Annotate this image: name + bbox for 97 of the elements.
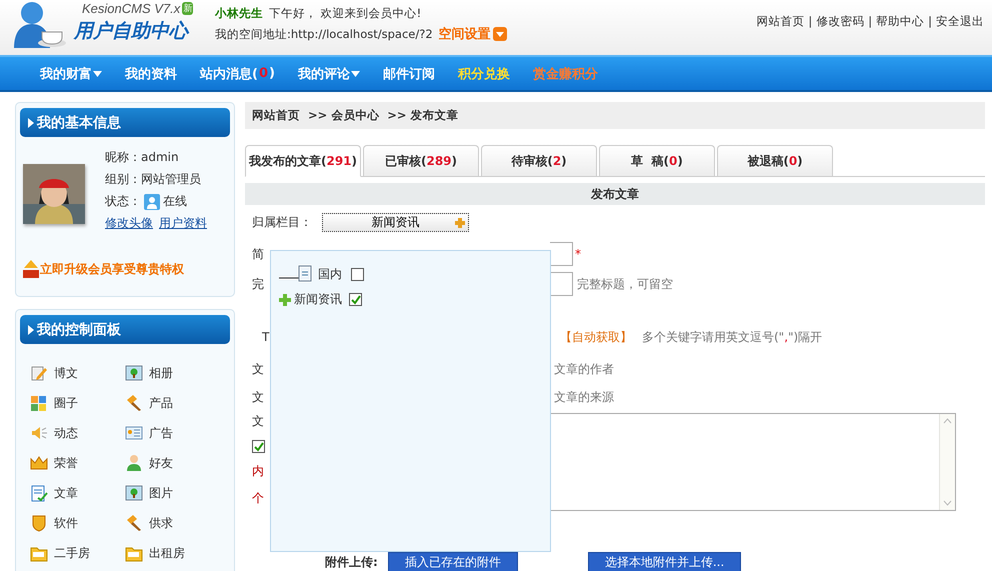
panel-link[interactable]: 二手房 — [54, 544, 90, 562]
status-text: 在线 — [163, 193, 187, 210]
speaker-icon — [30, 424, 48, 442]
nav-item[interactable]: 邮件订阅 — [382, 64, 435, 82]
panel-link[interactable]: 好友 — [149, 454, 173, 472]
checkbox[interactable] — [351, 268, 364, 280]
panel-link[interactable]: 荣誉 — [54, 454, 78, 472]
caret-icon — [350, 70, 360, 76]
tree-item[interactable]: 国内 — [318, 266, 342, 282]
breadcrumb-link[interactable]: 网站首页 — [252, 108, 300, 123]
space-address: 我的空间地址:http://localhost/space/?2 — [215, 26, 433, 42]
tab[interactable]: 已审核(289) — [363, 145, 479, 176]
checkbox[interactable] — [252, 440, 265, 453]
plus-icon — [279, 294, 291, 306]
panel-link[interactable]: 产品 — [149, 394, 173, 412]
document-icon — [30, 484, 48, 502]
top-link[interactable]: 修改密码 — [816, 14, 864, 29]
nav-item[interactable]: 站内消息(0) — [200, 64, 275, 82]
field-label: 简 — [252, 246, 265, 262]
breadcrumb-link[interactable]: >> 会员中心 — [308, 108, 380, 123]
top-link[interactable]: 安全退出 — [936, 14, 984, 29]
attachment-label: 附件上传: — [325, 554, 378, 571]
tab[interactable]: 草 稿(0) — [599, 145, 715, 176]
dropdown-icon[interactable] — [492, 27, 507, 41]
panel-title: 我的控制面板 — [37, 320, 121, 338]
field-label: T — [261, 330, 270, 344]
panel-link[interactable]: 文章 — [54, 484, 78, 502]
breadcrumb-link[interactable]: >> 发布文章 — [387, 108, 459, 123]
crown-icon — [30, 454, 48, 472]
panel-link[interactable]: 动态 — [54, 424, 78, 442]
checkbox[interactable] — [349, 293, 362, 306]
attachment-button[interactable]: 选择本地附件并上传... — [588, 552, 742, 571]
user-name: 小林先生 — [215, 6, 263, 21]
hammer-icon — [125, 514, 143, 532]
group-text: 组别：网站管理员 — [105, 171, 202, 188]
content-note: 个 — [252, 490, 265, 507]
profile-link[interactable]: 用户资料 — [159, 215, 207, 232]
panel-link[interactable]: 广告 — [149, 424, 173, 442]
card-icon — [125, 424, 143, 442]
panel-link[interactable]: 博文 — [54, 364, 78, 382]
category-label: 归属栏目： — [252, 214, 313, 230]
panel-link[interactable]: 软件 — [54, 514, 78, 532]
text-input[interactable] — [550, 242, 573, 266]
field-label: 完 — [252, 276, 265, 292]
required-mark: * — [575, 247, 581, 261]
profile-link[interactable]: 修改头像 — [105, 215, 153, 232]
nickname-text: 昵称：admin — [105, 149, 180, 166]
new-badge: 新 — [182, 2, 194, 15]
field-hint: 完整标题，可留空 — [577, 276, 673, 292]
field-label: 文 — [252, 388, 265, 406]
hammer-icon — [125, 394, 143, 412]
text-input[interactable] — [550, 272, 573, 296]
panel-link[interactable]: 供求 — [149, 514, 173, 532]
greeting-text: 下午好， 欢迎来到会员中心! — [269, 6, 422, 21]
tab[interactable]: 被退稿(0) — [717, 145, 833, 176]
category-select[interactable]: 新闻资讯 — [322, 212, 469, 232]
scrollbar[interactable] — [939, 414, 955, 510]
triangle-icon — [28, 118, 34, 128]
panel-link[interactable]: 圈子 — [54, 394, 78, 412]
panel-link[interactable]: 图片 — [149, 484, 173, 502]
status-label: 状态： — [105, 193, 141, 210]
panel-link[interactable]: 相册 — [149, 364, 173, 382]
field-hint: 文章的作者 — [554, 360, 614, 378]
nav-item[interactable]: 我的财富 — [40, 64, 102, 82]
panel-title: 我的基本信息 — [37, 114, 121, 132]
person-icon — [125, 454, 143, 472]
attachment-button[interactable]: 插入已存在的附件 — [388, 552, 518, 571]
picture-icon — [125, 484, 143, 502]
nav-item[interactable]: 我的资料 — [125, 64, 177, 82]
tab[interactable]: 我发布的文章(291) — [245, 145, 361, 177]
tab[interactable]: 待审核(2) — [481, 145, 597, 176]
brand-name: KesionCMS V7.x — [82, 1, 180, 16]
field-label: 文 — [252, 413, 265, 430]
picture-icon — [125, 364, 143, 382]
triangle-icon — [28, 324, 34, 334]
caret-icon — [93, 70, 102, 76]
field-hint: 文章的来源 — [554, 388, 614, 406]
pencil-icon — [30, 364, 48, 382]
content-note: 内 — [252, 463, 265, 480]
separator: | — [928, 14, 932, 29]
field-hint: 多个关键字请用英文逗号(",")隔开 — [642, 328, 822, 346]
separator: | — [808, 14, 812, 29]
plus-icon — [455, 218, 465, 228]
nav-item[interactable]: 我的评论 — [298, 64, 360, 82]
top-link[interactable]: 帮助中心 — [876, 14, 924, 29]
vip-icon — [23, 260, 39, 278]
tiles-icon — [30, 394, 48, 412]
top-link[interactable]: 网站首页 — [756, 14, 804, 29]
site-title: 用户自助中心 — [74, 19, 190, 44]
content-textarea[interactable] — [550, 413, 956, 511]
panel-link[interactable]: 出租房 — [149, 544, 185, 562]
tree-item[interactable]: 新闻资讯 — [294, 291, 342, 308]
user-icon — [144, 194, 160, 210]
shield-icon — [30, 514, 48, 532]
field-label: 文 — [252, 360, 265, 378]
section-heading: 发布文章 — [245, 183, 985, 205]
separator: | — [868, 14, 872, 29]
